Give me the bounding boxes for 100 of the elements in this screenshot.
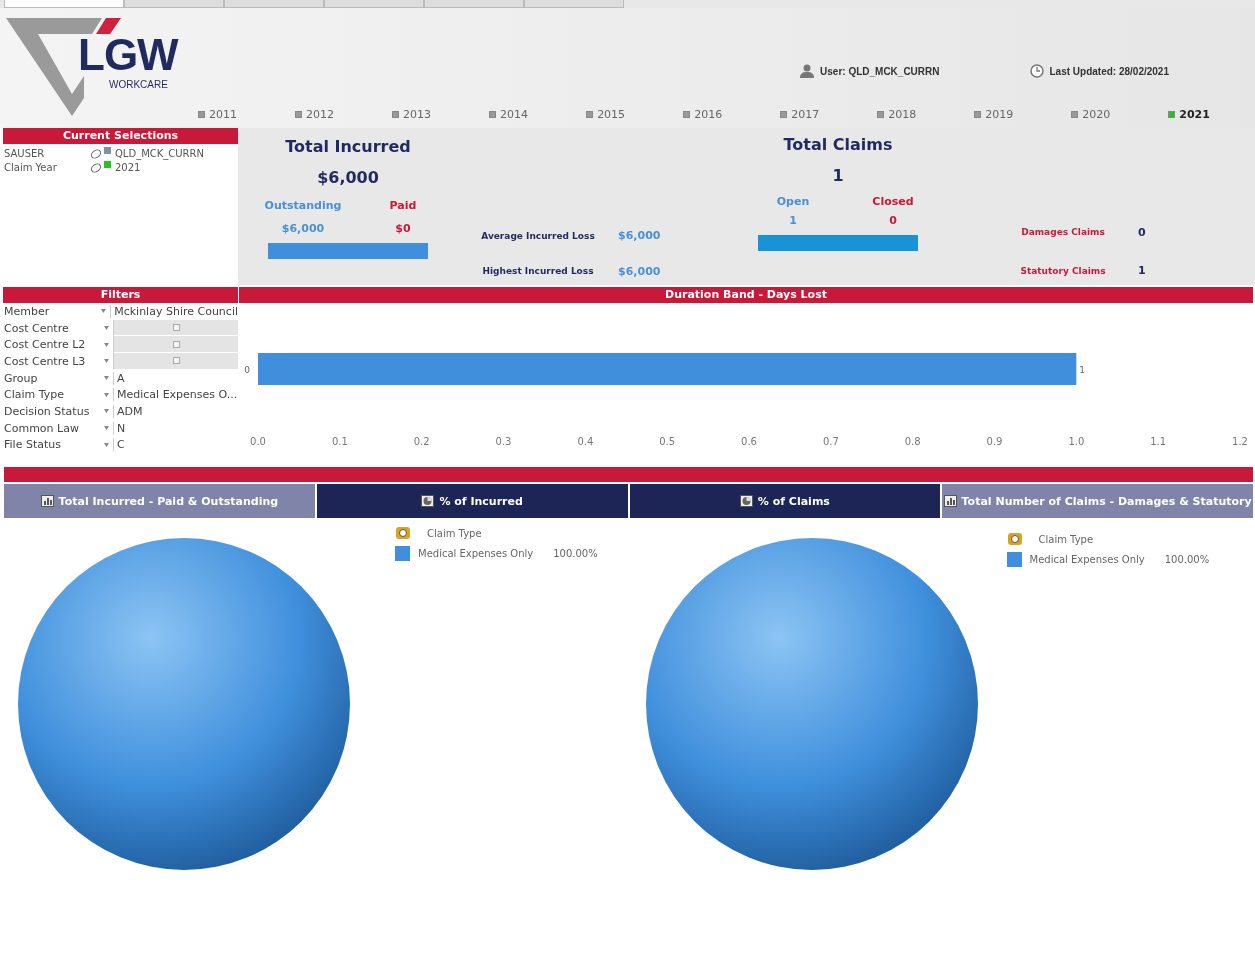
logo-subtitle: WORKCARE	[109, 79, 168, 90]
filter-value[interactable]: ADM	[113, 404, 238, 418]
legend-toggle-icon[interactable]	[1006, 532, 1023, 546]
logo-text: LGW	[78, 30, 178, 80]
claim-type-label: Damages Claims	[1020, 227, 1106, 238]
year-option[interactable]: 2011	[198, 108, 237, 121]
loss-value: $6,000	[618, 229, 662, 243]
year-option[interactable]: 2016	[683, 108, 723, 121]
filter-empty-cell[interactable]	[113, 353, 238, 370]
chart-tab[interactable]: % of Claims	[629, 484, 943, 518]
paid-value: $0	[394, 222, 412, 235]
checkbox-icon	[172, 340, 180, 348]
eraser-icon[interactable]	[90, 161, 104, 173]
filter-value[interactable]: Medical Expenses O...	[113, 388, 238, 402]
dropdown-icon[interactable]	[104, 392, 109, 397]
filter-label: Member	[4, 304, 51, 318]
filter-label: Cost Centre L3	[4, 354, 87, 368]
filter-label: Common Law	[4, 421, 80, 435]
last-updated-label: Last Updated: 28/02/2021	[1049, 65, 1169, 77]
value-label: 1	[1079, 365, 1086, 375]
pie-chart-icon	[421, 495, 435, 507]
selection-field: Claim Year	[4, 161, 90, 173]
open-value: 1	[788, 214, 798, 227]
axis-tick-label: 0.1	[331, 436, 348, 447]
filter-label: Decision Status	[4, 404, 91, 418]
filter-empty-cell[interactable]	[113, 336, 238, 354]
dropdown-icon[interactable]	[104, 359, 109, 364]
closed-label: Closed	[871, 195, 915, 208]
eraser-icon[interactable]	[90, 147, 104, 159]
year-checkbox[interactable]	[877, 111, 885, 118]
filter-value[interactable]: C	[113, 438, 238, 452]
filter-empty-cell[interactable]	[113, 319, 238, 337]
year-option[interactable]: 2020	[1071, 108, 1111, 121]
year-checkbox[interactable]	[974, 111, 982, 118]
chart-header: Duration Band - Days Lost	[238, 287, 1253, 303]
axis-tick-label: 1.2	[1232, 436, 1248, 447]
filter-value[interactable]: Mckinlay Shire Council	[110, 304, 238, 318]
loss-value: $6,000	[618, 264, 662, 278]
year-checkbox[interactable]	[489, 111, 497, 118]
year-option[interactable]: 2021	[1168, 108, 1210, 121]
dropdown-icon[interactable]	[104, 409, 109, 414]
panel-header: Current Selections	[0, 128, 238, 144]
checkbox-icon	[172, 357, 180, 365]
year-checkbox[interactable]	[1168, 111, 1176, 118]
open-label: Open	[775, 195, 811, 208]
legend-toggle-icon[interactable]	[395, 526, 411, 540]
year-option[interactable]: 2015	[586, 108, 626, 121]
year-option[interactable]: 2013	[392, 108, 432, 121]
loss-label: Highest Incurred Loss	[481, 266, 595, 277]
filter-value[interactable]: A	[113, 371, 238, 385]
year-checkbox[interactable]	[1071, 111, 1079, 118]
legend-title: Claim Type	[427, 527, 482, 539]
chart-tab[interactable]: % of Incurred	[316, 484, 630, 518]
loss-label: Average Incurred Loss	[480, 230, 596, 241]
dropdown-icon[interactable]	[104, 342, 109, 347]
year-option[interactable]: 2019	[974, 108, 1014, 121]
filter-label: Group	[4, 371, 39, 385]
chart-tab[interactable]: Total Incurred - Paid & Outstanding	[4, 484, 317, 518]
dropdown-icon[interactable]	[104, 326, 109, 331]
bar-chart-icon	[40, 495, 54, 507]
year-checkbox[interactable]	[780, 111, 788, 118]
legend-value: 100.00%	[1164, 554, 1210, 565]
closed-value: 0	[888, 214, 898, 227]
checkbox-icon	[172, 324, 180, 332]
axis-tick-label: 1.1	[1150, 436, 1167, 447]
selection-value: QLD_MCK_CURRN	[115, 147, 204, 159]
legend-label: Medical Expenses Only	[418, 548, 534, 559]
year-option[interactable]: 2017	[780, 108, 820, 121]
filter-value[interactable]: N	[113, 421, 238, 435]
user-icon	[800, 64, 815, 78]
legend-label: Medical Expenses Only	[1029, 554, 1145, 565]
legend-title: Claim Type	[1038, 533, 1094, 545]
axis-tick-label: 0.5	[659, 436, 676, 447]
legend-value: 100.00%	[553, 548, 598, 559]
chart-tab[interactable]: Total Number of Claims - Damages & Statutory	[942, 484, 1255, 518]
year-checkbox[interactable]	[586, 111, 594, 118]
sheet-tab[interactable]	[4, 0, 124, 8]
year-checkbox[interactable]	[198, 111, 205, 118]
dropdown-icon[interactable]	[104, 426, 109, 431]
year-checkbox[interactable]	[392, 111, 400, 118]
kpi-value: $6,000	[317, 168, 379, 187]
panel-header: Filters	[0, 287, 238, 303]
dropdown-icon[interactable]	[101, 309, 107, 314]
outstanding-value: $6,000	[280, 222, 326, 235]
axis-tick-label: 0.4	[577, 436, 594, 447]
dropdown-icon[interactable]	[104, 442, 109, 447]
year-option[interactable]: 2018	[877, 108, 917, 121]
year-option[interactable]: 2012	[295, 108, 335, 121]
selection-value: 2021	[115, 161, 141, 173]
year-checkbox[interactable]	[295, 111, 303, 118]
selection-field: SAUSER	[4, 147, 90, 159]
paid-label: Paid	[388, 199, 418, 212]
year-option[interactable]: 2014	[489, 108, 529, 121]
user-label: User: QLD_MCK_CURRN	[820, 65, 940, 77]
year-checkbox[interactable]	[683, 111, 691, 118]
filter-label: Claim Type	[4, 388, 65, 402]
axis-tick-label: 0.7	[822, 436, 839, 447]
outstanding-label: Outstanding	[263, 199, 343, 212]
dropdown-icon[interactable]	[104, 376, 109, 381]
axis-tick-label: 0.2	[413, 436, 430, 447]
